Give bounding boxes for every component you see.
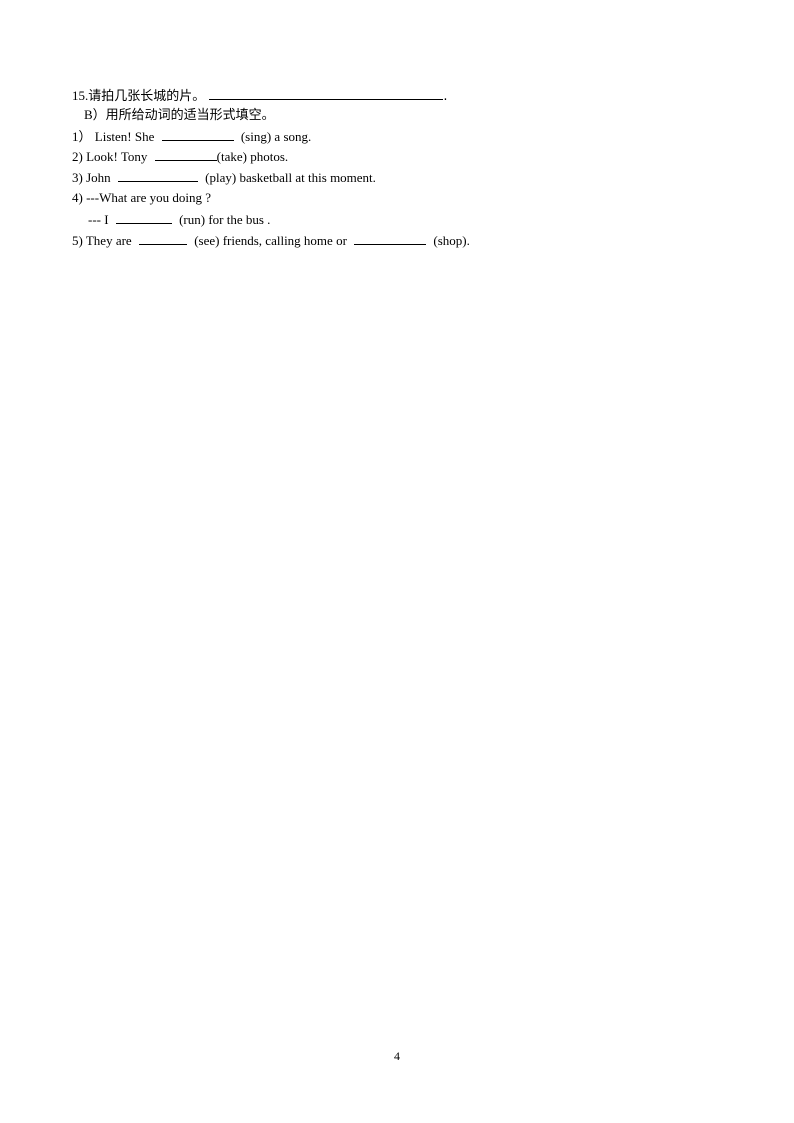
item-text: John xyxy=(86,170,111,185)
answer-blank[interactable] xyxy=(161,127,234,141)
page-number: 4 xyxy=(394,1049,400,1063)
item-2: 2) Look! Tony (take) photos. xyxy=(72,147,288,165)
item-number: 5) xyxy=(72,233,83,248)
item-number: 1） xyxy=(72,129,92,144)
item-1: 1） Listen! She (sing) a song. xyxy=(72,127,311,145)
question-15: 15.请拍几张长城的片。 . xyxy=(72,86,448,104)
section-label: B） xyxy=(84,107,106,122)
item-text: They are xyxy=(85,233,132,248)
answer-blank[interactable] xyxy=(154,147,217,161)
verb-hint: (play) basketball at this moment. xyxy=(205,170,376,185)
item-text: --- I xyxy=(88,212,109,227)
item-4-answer: --- I (run) for the bus . xyxy=(88,210,270,228)
verb-hint: (run) for the bus . xyxy=(179,212,271,227)
period: . xyxy=(443,89,448,104)
question-number: 15. xyxy=(72,88,89,103)
item-text: Listen! She xyxy=(94,129,155,144)
verb-hint: (sing) a song. xyxy=(240,129,312,144)
verb-hint: (take) photos. xyxy=(216,149,289,164)
item-3: 3) John (play) basketball at this moment… xyxy=(72,168,376,186)
item-text: ---What are you doing ? xyxy=(86,190,211,205)
item-text: Look! Tony xyxy=(86,149,148,164)
section-instruction: 用所给动词的适当形式填空。 xyxy=(105,108,275,123)
verb-hint-2: (shop). xyxy=(433,233,470,248)
item-number: 3) xyxy=(72,170,83,185)
verb-hint: (see) friends, calling home or xyxy=(194,233,347,248)
item-number: 4) xyxy=(72,190,83,205)
answer-blank[interactable] xyxy=(138,231,187,245)
answer-blank[interactable] xyxy=(209,86,444,100)
answer-blank[interactable] xyxy=(115,210,172,224)
item-4: 4) ---What are you doing ? xyxy=(72,189,211,207)
item-5: 5) They are (see) friends, calling home … xyxy=(72,231,470,249)
question-text: 请拍几张长城的片。 xyxy=(88,89,206,104)
answer-blank-2[interactable] xyxy=(354,231,427,245)
section-b-heading: B）用所给动词的适当形式填空。 xyxy=(84,106,275,124)
answer-blank[interactable] xyxy=(117,168,198,182)
item-number: 2) xyxy=(72,149,83,164)
